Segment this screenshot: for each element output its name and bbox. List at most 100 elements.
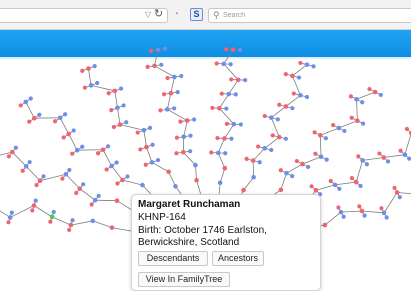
person-node[interactable]: [378, 92, 383, 98]
person-node[interactable]: [349, 115, 354, 120]
person-node[interactable]: [398, 148, 403, 153]
person-node[interactable]: [294, 158, 299, 164]
person-node[interactable]: [188, 149, 193, 154]
person-node[interactable]: [106, 91, 111, 96]
person-node[interactable]: [27, 119, 32, 124]
view-in-familytree-button[interactable]: View In FamilyTree: [138, 272, 230, 287]
person-node[interactable]: [165, 75, 170, 81]
person-node[interactable]: [394, 190, 400, 195]
person-node[interactable]: [81, 182, 86, 187]
person-node[interactable]: [304, 94, 310, 100]
person-node[interactable]: [149, 160, 155, 165]
person-node[interactable]: [92, 197, 98, 203]
person-node[interactable]: [230, 47, 236, 52]
person-node[interactable]: [161, 92, 167, 97]
person-node[interactable]: [41, 174, 46, 179]
person-node[interactable]: [256, 144, 261, 149]
person-node[interactable]: [353, 179, 359, 185]
person-node[interactable]: [31, 203, 37, 208]
person-node[interactable]: [82, 85, 87, 90]
person-node[interactable]: [70, 218, 75, 223]
person-node[interactable]: [290, 73, 295, 79]
person-node[interactable]: [298, 92, 303, 98]
person-node[interactable]: [360, 121, 366, 126]
person-node[interactable]: [309, 184, 314, 189]
person-node[interactable]: [70, 151, 75, 156]
person-node[interactable]: [166, 169, 171, 175]
person-node[interactable]: [121, 103, 126, 108]
person-node[interactable]: [219, 91, 224, 96]
person-node[interactable]: [336, 125, 342, 131]
person-node[interactable]: [6, 220, 11, 225]
person-node[interactable]: [63, 171, 69, 177]
person-node[interactable]: [13, 145, 18, 150]
person-node[interactable]: [224, 106, 229, 111]
person-node[interactable]: [32, 115, 37, 121]
person-node[interactable]: [364, 162, 369, 167]
person-node[interactable]: [313, 187, 319, 193]
person-node[interactable]: [173, 184, 178, 189]
person-node[interactable]: [115, 181, 120, 186]
person-node[interactable]: [298, 60, 303, 66]
person-node[interactable]: [120, 177, 125, 183]
person-node[interactable]: [224, 121, 230, 126]
person-node[interactable]: [109, 108, 114, 113]
person-node[interactable]: [114, 198, 120, 203]
person-node[interactable]: [194, 177, 199, 183]
person-node[interactable]: [117, 122, 123, 127]
person-node[interactable]: [277, 102, 282, 107]
person-node[interactable]: [342, 128, 347, 134]
person-node[interactable]: [217, 105, 222, 111]
person-node[interactable]: [104, 167, 109, 172]
person-node[interactable]: [257, 160, 262, 165]
person-node[interactable]: [33, 198, 38, 203]
person-node[interactable]: [217, 180, 223, 186]
person-node[interactable]: [229, 77, 234, 82]
person-node[interactable]: [276, 134, 282, 140]
person-node[interactable]: [318, 154, 324, 160]
person-node[interactable]: [341, 214, 346, 219]
person-node[interactable]: [359, 208, 365, 214]
person-node[interactable]: [358, 183, 363, 189]
person-node[interactable]: [392, 185, 397, 190]
person-node[interactable]: [115, 105, 120, 111]
person-node[interactable]: [67, 227, 72, 233]
person-node[interactable]: [71, 128, 76, 133]
person-node[interactable]: [114, 160, 119, 165]
person-node[interactable]: [111, 124, 116, 130]
person-node[interactable]: [34, 182, 39, 188]
person-node[interactable]: [172, 106, 177, 111]
person-node[interactable]: [241, 187, 246, 193]
person-node[interactable]: [109, 163, 114, 169]
person-node[interactable]: [356, 154, 361, 159]
person-node[interactable]: [147, 125, 153, 130]
person-node[interactable]: [360, 158, 365, 163]
person-node[interactable]: [384, 215, 389, 220]
person-node[interactable]: [109, 225, 115, 230]
person-node[interactable]: [74, 190, 79, 196]
person-node[interactable]: [6, 154, 11, 159]
person-node[interactable]: [269, 147, 274, 153]
person-node[interactable]: [192, 117, 197, 122]
person-node[interactable]: [68, 222, 74, 228]
ancestors-button[interactable]: Ancestors: [212, 251, 264, 266]
person-node[interactable]: [290, 174, 295, 179]
person-node[interactable]: [181, 149, 186, 155]
person-node[interactable]: [150, 142, 155, 147]
person-node[interactable]: [362, 213, 367, 218]
person-node[interactable]: [18, 103, 23, 108]
person-node[interactable]: [284, 170, 289, 176]
person-node[interactable]: [96, 193, 101, 198]
person-node[interactable]: [209, 150, 214, 155]
person-node[interactable]: [37, 178, 43, 184]
person-node[interactable]: [77, 186, 83, 191]
person-node[interactable]: [357, 204, 362, 209]
person-node[interactable]: [244, 156, 249, 161]
person-node[interactable]: [336, 205, 341, 210]
person-node[interactable]: [313, 151, 318, 156]
person-node[interactable]: [174, 151, 179, 156]
person-node[interactable]: [270, 133, 275, 138]
person-node[interactable]: [296, 75, 302, 80]
person-node[interactable]: [210, 105, 215, 111]
person-node[interactable]: [402, 152, 408, 157]
